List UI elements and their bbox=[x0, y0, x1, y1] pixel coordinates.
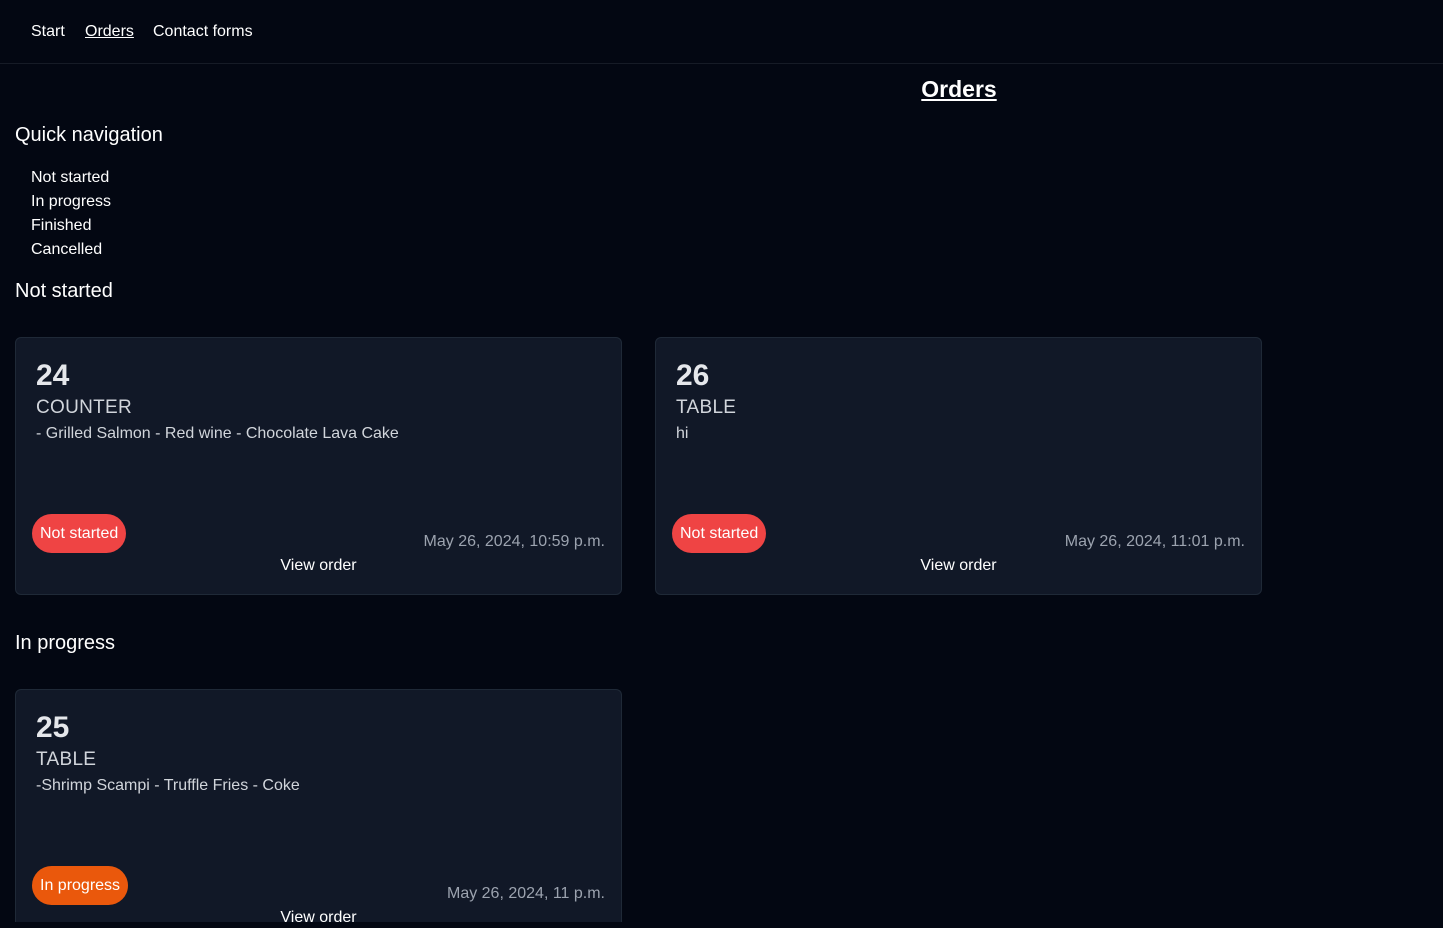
top-navigation: Start Orders Contact forms bbox=[0, 0, 1443, 64]
section-heading-in-progress: In progress bbox=[15, 632, 116, 654]
list-item: Cancelled bbox=[31, 238, 111, 262]
order-items: hi bbox=[676, 425, 689, 442]
list-item: Not started bbox=[31, 166, 111, 190]
quick-nav-in-progress[interactable]: In progress bbox=[31, 193, 111, 210]
list-item: In progress bbox=[31, 190, 111, 214]
status-badge: Not started bbox=[32, 514, 127, 553]
nav-link-contact-forms[interactable]: Contact forms bbox=[153, 22, 253, 42]
order-number: 24 bbox=[36, 359, 70, 392]
quick-nav-cancelled[interactable]: Cancelled bbox=[31, 241, 102, 258]
order-date: May 26, 2024, 11 p.m. bbox=[446, 885, 605, 902]
order-card: 25 TABLE -Shrimp Scampi - Truffle Fries … bbox=[15, 689, 622, 926]
order-card: 26 TABLE hi Not started May 26, 2024, 11… bbox=[655, 337, 1262, 595]
status-badge: Not started bbox=[672, 514, 767, 553]
page-title: Orders bbox=[921, 76, 997, 102]
quick-navigation-list: Not started In progress Finished Cancell… bbox=[31, 166, 111, 262]
quick-navigation-heading: Quick navigation bbox=[15, 124, 163, 146]
nav-link-orders[interactable]: Orders bbox=[85, 22, 134, 42]
order-items: -Shrimp Scampi - Truffle Fries - Coke bbox=[36, 777, 300, 794]
nav-link-start[interactable]: Start bbox=[31, 22, 65, 42]
view-order-link[interactable]: View order bbox=[16, 556, 621, 576]
order-type: TABLE bbox=[676, 397, 737, 418]
list-item: Finished bbox=[31, 214, 111, 238]
order-type: TABLE bbox=[36, 749, 97, 770]
quick-nav-finished[interactable]: Finished bbox=[31, 217, 91, 234]
quick-nav-not-started[interactable]: Not started bbox=[31, 169, 109, 186]
order-date: May 26, 2024, 11:01 p.m. bbox=[1064, 533, 1245, 550]
order-items: - Grilled Salmon - Red wine - Chocolate … bbox=[36, 425, 399, 442]
view-order-link[interactable]: View order bbox=[16, 908, 621, 928]
section-heading-not-started: Not started bbox=[15, 280, 113, 302]
order-number: 26 bbox=[676, 359, 710, 392]
order-number: 25 bbox=[36, 711, 70, 744]
order-type: COUNTER bbox=[36, 397, 133, 418]
status-badge: In progress bbox=[32, 866, 129, 905]
order-date: May 26, 2024, 10:59 p.m. bbox=[423, 533, 605, 550]
order-card: 24 COUNTER - Grilled Salmon - Red wine -… bbox=[15, 337, 622, 595]
view-order-link[interactable]: View order bbox=[656, 556, 1261, 576]
